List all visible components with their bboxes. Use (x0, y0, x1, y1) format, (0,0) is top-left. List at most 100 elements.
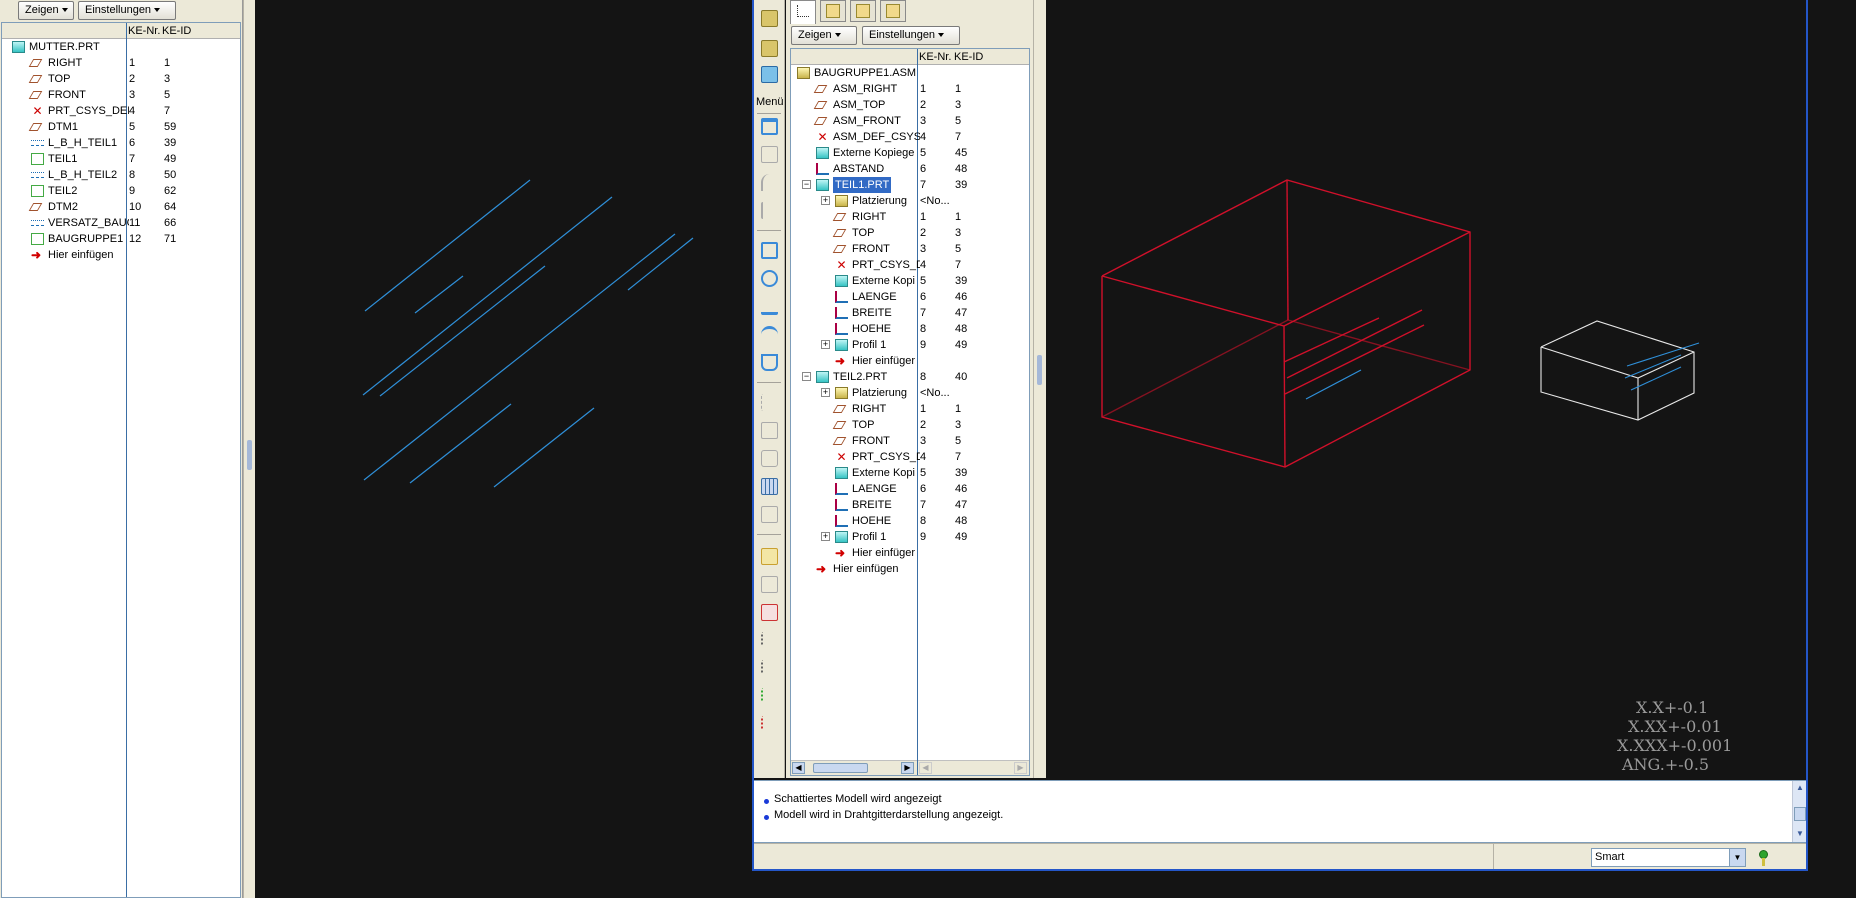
tree-row[interactable]: Externe Kopiege 5 45 (791, 145, 1029, 161)
delete-icon[interactable] (761, 716, 778, 730)
graphics-window-mutter[interactable] (256, 0, 752, 898)
splitter-handle[interactable] (247, 440, 252, 470)
tree-row[interactable]: L_B_H_TEIL2 8 50 (2, 167, 240, 183)
expand-icon[interactable]: + (821, 532, 830, 541)
tree-row[interactable]: RIGHT 1 1 (791, 401, 1029, 417)
tree-row[interactable]: − TEIL1.PRT 7 39 (791, 177, 1029, 193)
revolve-icon[interactable] (761, 270, 778, 287)
pattern-icon[interactable] (761, 478, 778, 495)
expand-icon[interactable]: + (821, 196, 830, 205)
splitter-handle[interactable] (1037, 355, 1042, 385)
tree-row[interactable]: ➜ Hier einfüger (791, 545, 1029, 561)
collapse-icon[interactable]: − (802, 372, 811, 381)
tree-row[interactable]: BAUGRUPPE1 12 71 (2, 231, 240, 247)
tree-row[interactable]: − TEIL2.PRT 8 40 (791, 369, 1029, 385)
column-header-ke-id[interactable]: KE-ID (162, 23, 191, 39)
tree-row[interactable]: LAENGE 6 46 (791, 289, 1029, 305)
column-header-ke-id[interactable]: KE-ID (954, 49, 983, 65)
regenerate-icon[interactable] (761, 604, 778, 621)
tree-row[interactable]: ✕ ASM_DEF_CSYS 4 7 (791, 129, 1029, 145)
blend-icon[interactable] (761, 326, 778, 343)
tree-row[interactable]: L_B_H_TEIL1 6 39 (2, 135, 240, 151)
tree-row[interactable]: + Platzierung <No... (791, 385, 1029, 401)
show-button[interactable]: Zeigen (18, 1, 74, 20)
scroll-thumb[interactable] (813, 763, 868, 773)
create-component-icon[interactable] (761, 40, 778, 57)
chevron-down-icon[interactable]: ▼ (1729, 849, 1745, 866)
tree-row[interactable]: + Platzierung <No... (791, 193, 1029, 209)
scroll-left-icon[interactable]: ◀ (792, 762, 805, 774)
settings-button[interactable]: Einstellungen (78, 1, 176, 20)
tree-row[interactable]: RIGHT 1 1 (791, 209, 1029, 225)
model-tree[interactable]: KE-Nr. KE-ID MUTTER.PRT RIGHT 1 1 TOP 2 3 FRONT… (1, 22, 241, 898)
resume-icon[interactable] (761, 660, 778, 674)
extrude-icon[interactable] (761, 242, 778, 259)
tree-row[interactable]: TOP 2 3 (791, 225, 1029, 241)
scroll-right-icon[interactable]: ▶ (901, 762, 914, 774)
tree-row[interactable]: ➜ Hier einfügen (791, 561, 1029, 577)
tree-row[interactable]: + Profil 1 9 49 (791, 337, 1029, 353)
tab-model-tree[interactable] (790, 0, 816, 24)
sweep-icon[interactable] (761, 298, 778, 315)
annotation-icon[interactable] (761, 548, 778, 565)
horizontal-scrollbar-columns[interactable]: ◀ ▶ (918, 760, 1029, 775)
settings-button[interactable]: Einstellungen (862, 26, 960, 45)
insert-mode-icon[interactable] (761, 632, 778, 646)
tree-row[interactable]: BREITE 7 47 (791, 497, 1029, 513)
splitter[interactable] (243, 0, 255, 898)
tree-row[interactable]: DTM1 5 59 (2, 119, 240, 135)
tab-connections[interactable] (880, 0, 906, 22)
tree-row[interactable]: ➜ Hier einfügen (2, 247, 240, 263)
tree-row[interactable]: Externe Kopi 5 39 (791, 273, 1029, 289)
boundary-icon[interactable] (761, 354, 778, 371)
tree-row[interactable]: ✕ PRT_CSYS_D 4 7 (791, 257, 1029, 273)
tree-row[interactable]: TOP 2 3 (791, 417, 1029, 433)
vertical-scrollbar[interactable]: ▲ ▼ (1792, 781, 1807, 842)
tab-favorites[interactable] (850, 0, 876, 22)
tree-row[interactable]: BREITE 7 47 (791, 305, 1029, 321)
tree-row[interactable]: FRONT 3 5 (791, 433, 1029, 449)
splitter[interactable] (1033, 0, 1046, 778)
tree-row[interactable]: RIGHT 1 1 (2, 55, 240, 71)
tree-row[interactable]: Externe Kopi 5 39 (791, 465, 1029, 481)
graphics-window-assembly[interactable] (1047, 0, 1808, 780)
assemble-icon[interactable] (761, 10, 778, 27)
show-button[interactable]: Zeigen (791, 26, 857, 45)
expand-icon[interactable]: + (821, 388, 830, 397)
tree-row[interactable]: DTM2 10 64 (2, 199, 240, 215)
tree-row[interactable]: VERSATZ_BAUG 11 66 (2, 215, 240, 231)
column-header-ke-nr[interactable]: KE-Nr. (919, 49, 951, 65)
scroll-thumb[interactable] (1794, 807, 1806, 821)
collapse-icon[interactable]: − (802, 180, 811, 189)
message-area[interactable]: Schattiertes Modell wird angezeigt Model… (753, 780, 1808, 843)
tree-row[interactable]: FRONT 3 5 (791, 241, 1029, 257)
tree-row[interactable]: HOEHE 8 48 (791, 513, 1029, 529)
scroll-up-icon[interactable]: ▲ (1793, 781, 1807, 795)
model-tree[interactable]: KE-Nr. KE-ID BAUGRUPPE1.ASM ASM_RIGHT 1 1 AS… (790, 48, 1030, 776)
tree-row[interactable]: ABSTAND 6 48 (791, 161, 1029, 177)
hole-icon[interactable] (761, 118, 778, 135)
tree-row[interactable]: MUTTER.PRT (2, 39, 240, 55)
tree-row[interactable]: LAENGE 6 46 (791, 481, 1029, 497)
tree-row[interactable]: ✕ PRT_CSYS_D 4 7 (791, 449, 1029, 465)
tree-row[interactable]: ASM_RIGHT 1 1 (791, 81, 1029, 97)
suppress-icon[interactable] (761, 688, 778, 702)
tree-row[interactable]: ✕ PRT_CSYS_DEF 4 7 (2, 103, 240, 119)
horizontal-scrollbar[interactable]: ◀ ▶ (791, 760, 917, 775)
column-header-ke-nr[interactable]: KE-Nr. (128, 23, 160, 39)
tree-row[interactable]: + Profil 1 9 49 (791, 529, 1029, 545)
tree-row[interactable]: TOP 2 3 (2, 71, 240, 87)
scroll-down-icon[interactable]: ▼ (1793, 827, 1807, 841)
package-icon[interactable] (761, 66, 778, 83)
tab-layers[interactable] (820, 0, 846, 22)
tree-row[interactable]: TEIL1 7 49 (2, 151, 240, 167)
tree-row[interactable]: TEIL2 9 62 (2, 183, 240, 199)
expand-icon[interactable]: + (821, 340, 830, 349)
tree-row[interactable]: BAUGRUPPE1.ASM (791, 65, 1029, 81)
tree-row[interactable]: HOEHE 8 48 (791, 321, 1029, 337)
menu-label[interactable]: Menü (756, 96, 784, 108)
tree-row[interactable]: ➜ Hier einfüger (791, 353, 1029, 369)
tree-row[interactable]: FRONT 3 5 (2, 87, 240, 103)
tree-row[interactable]: ASM_FRONT 3 5 (791, 113, 1029, 129)
selection-filter-dropdown[interactable]: Smart ▼ (1591, 848, 1746, 867)
